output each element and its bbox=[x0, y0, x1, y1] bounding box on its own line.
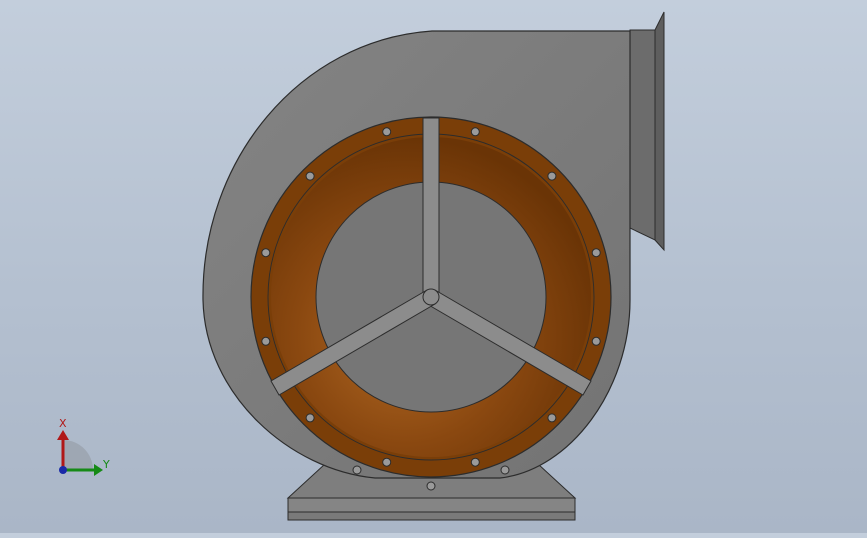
ring-bolt-hole bbox=[547, 413, 557, 423]
ring-bolt-hole bbox=[591, 336, 601, 346]
base-bolt-hole bbox=[426, 481, 436, 491]
model-canvas[interactable]: X Y bbox=[0, 0, 867, 533]
ring-bolt-hole bbox=[470, 457, 480, 467]
base-bolt-hole bbox=[352, 465, 362, 475]
x-axis-head bbox=[57, 430, 69, 440]
hub[interactable] bbox=[422, 288, 440, 306]
triad-quadrant bbox=[63, 440, 93, 470]
y-axis-label: Y bbox=[102, 458, 110, 471]
ring-bolt-hole bbox=[382, 127, 392, 137]
coordinate-triad[interactable]: X Y bbox=[57, 417, 110, 476]
ring-bolt-hole bbox=[305, 413, 315, 423]
spoke-top[interactable] bbox=[422, 117, 440, 299]
ring-bolt-hole bbox=[261, 248, 271, 258]
ring-bolt-hole bbox=[591, 248, 601, 258]
ring-bolt-hole bbox=[470, 127, 480, 137]
outlet-duct[interactable] bbox=[629, 11, 665, 252]
ring-bolt-hole bbox=[382, 457, 392, 467]
z-axis-dot bbox=[59, 466, 67, 474]
ring-bolt-hole bbox=[305, 171, 315, 181]
ring-bolt-hole bbox=[261, 336, 271, 346]
cad-viewport[interactable]: X Y bbox=[0, 0, 867, 533]
y-axis-head bbox=[94, 464, 103, 476]
x-axis-label: X bbox=[59, 417, 67, 430]
ring-bolt-hole bbox=[547, 171, 557, 181]
base-bolt-hole bbox=[500, 465, 510, 475]
